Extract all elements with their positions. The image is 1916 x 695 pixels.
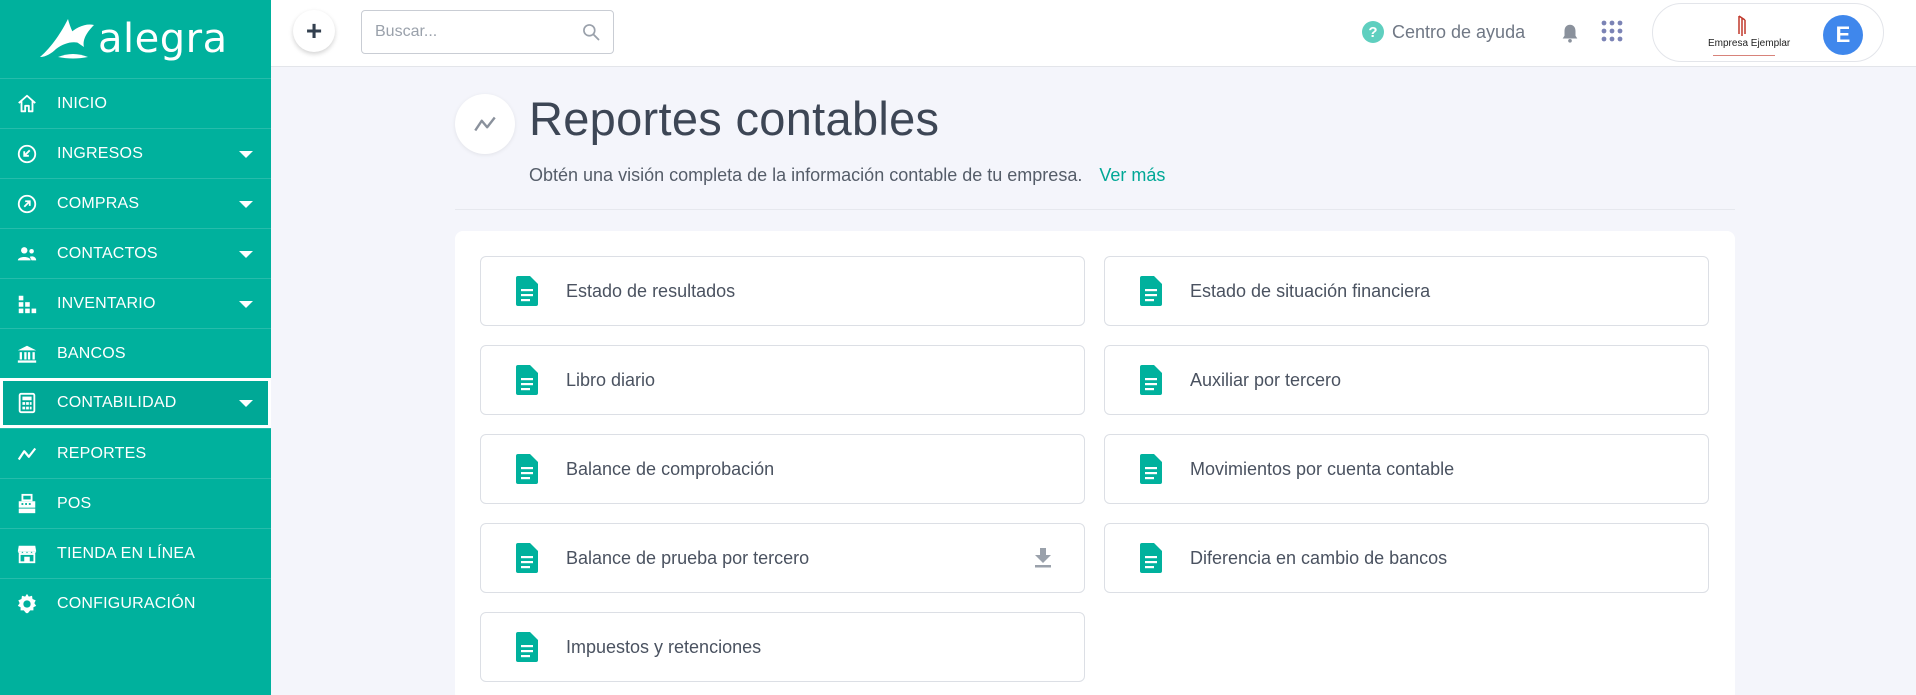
sidebar-item-label: BANCOS (57, 344, 126, 362)
quick-add-button[interactable]: + (293, 10, 335, 52)
brand-logo[interactable]: alegra (0, 0, 271, 78)
alegra-logo-icon (40, 19, 94, 59)
document-icon (1140, 454, 1162, 484)
report-impuestos-y-retenciones[interactable]: Impuestos y retenciones (480, 612, 1085, 682)
report-auxiliar-por-tercero[interactable]: Auxiliar por tercero (1104, 345, 1709, 415)
document-icon (516, 632, 538, 662)
bell-icon[interactable] (1559, 21, 1581, 45)
sidebar-item-contactos[interactable]: CONTACTOS (0, 228, 271, 278)
search-box (361, 10, 614, 54)
document-icon (1140, 365, 1162, 395)
report-label: Estado de situación financiera (1190, 280, 1431, 301)
report-estado-de-resultados[interactable]: Estado de resultados (480, 256, 1085, 326)
reports-icon (14, 441, 40, 467)
chevron-down-icon (239, 400, 253, 407)
accounting-icon (14, 390, 40, 416)
report-label: Balance de prueba por tercero (566, 547, 810, 568)
document-icon (516, 365, 538, 395)
sidebar-item-label: REPORTES (57, 444, 147, 462)
sidebar-item-pos[interactable]: POS (0, 478, 271, 528)
sidebar-item-label: COMPRAS (57, 194, 140, 212)
purchases-icon (14, 191, 40, 217)
company-logo-icon (1713, 15, 1775, 56)
sidebar-item-compras[interactable]: COMPRAS (0, 178, 271, 228)
pos-icon (14, 491, 40, 517)
apps-grid-icon[interactable] (1601, 20, 1623, 42)
sidebar-item-label: INGRESOS (57, 144, 144, 162)
report-label: Movimientos por cuenta contable (1190, 458, 1455, 479)
divider (455, 209, 1735, 210)
gear-icon (14, 591, 40, 617)
report-label: Impuestos y retenciones (566, 636, 762, 657)
company-name: Empresa Ejemplar (1708, 38, 1791, 49)
sidebar-nav: INICIO INGRESOS COMPRAS CONTACTOS INVENT… (0, 78, 271, 628)
help-icon: ? (1362, 21, 1384, 43)
top-header: + ? Centro de ayuda Empresa Ejemplar E (271, 0, 1916, 67)
report-diferencia-en-cambio-de-bancos[interactable]: Diferencia en cambio de bancos (1104, 523, 1709, 593)
sidebar-item-label: INICIO (57, 94, 108, 112)
sidebar-item-inventario[interactable]: INVENTARIO (0, 278, 271, 328)
document-icon (516, 276, 538, 306)
home-icon (14, 91, 40, 117)
company-switcher[interactable]: Empresa Ejemplar E (1652, 3, 1884, 62)
document-icon (1140, 276, 1162, 306)
document-icon (1140, 543, 1162, 573)
sidebar: alegra INICIO INGRESOS COMPRAS CONTACTOS… (0, 0, 271, 695)
search-icon[interactable] (581, 22, 601, 42)
document-icon (516, 543, 538, 573)
avatar[interactable]: E (1823, 15, 1863, 55)
report-estado-de-situacion-financiera[interactable]: Estado de situación financiera (1104, 256, 1709, 326)
page-description-text: Obtén una visión completa de la informac… (529, 165, 1083, 185)
sidebar-item-configuracion[interactable]: CONFIGURACIÓN (0, 578, 271, 628)
reports-card: Estado de resultados Estado de situación… (455, 231, 1735, 695)
inventory-icon (14, 291, 40, 317)
report-libro-diario[interactable]: Libro diario (480, 345, 1085, 415)
sidebar-item-reportes[interactable]: REPORTES (0, 428, 271, 478)
report-label: Auxiliar por tercero (1190, 369, 1342, 390)
report-movimientos-por-cuenta-contable[interactable]: Movimientos por cuenta contable (1104, 434, 1709, 504)
download-icon[interactable] (1034, 548, 1052, 568)
sidebar-item-contabilidad[interactable]: CONTABILIDAD (0, 378, 271, 428)
sidebar-item-inicio[interactable]: INICIO (0, 78, 271, 128)
sidebar-item-label: CONFIGURACIÓN (57, 594, 196, 612)
help-center-link[interactable]: ? Centro de ayuda (1362, 21, 1525, 43)
sidebar-item-label: POS (57, 494, 92, 512)
reports-icon (455, 94, 515, 154)
report-label: Diferencia en cambio de bancos (1190, 547, 1448, 568)
sidebar-item-bancos[interactable]: BANCOS (0, 328, 271, 378)
chevron-down-icon (239, 300, 253, 308)
report-label: Libro diario (566, 369, 656, 390)
sidebar-item-label: CONTACTOS (57, 244, 158, 262)
brand-name: alegra (98, 16, 228, 62)
store-icon (14, 541, 40, 567)
page-description: Obtén una visión completa de la informac… (529, 165, 1165, 186)
sidebar-item-label: INVENTARIO (57, 294, 156, 312)
bank-icon (14, 341, 40, 367)
report-balance-de-prueba-por-tercero[interactable]: Balance de prueba por tercero (480, 523, 1085, 593)
contacts-icon (14, 241, 40, 267)
sidebar-item-tienda[interactable]: TIENDA EN LÍNEA (0, 528, 271, 578)
report-balance-de-comprobacion[interactable]: Balance de comprobación (480, 434, 1085, 504)
chevron-down-icon (239, 150, 253, 158)
sidebar-item-label: TIENDA EN LÍNEA (57, 544, 196, 562)
chevron-down-icon (239, 200, 253, 208)
sidebar-item-ingresos[interactable]: INGRESOS (0, 128, 271, 178)
income-icon (14, 141, 40, 167)
document-icon (516, 454, 538, 484)
report-label: Balance de comprobación (566, 458, 775, 479)
help-center-label: Centro de ayuda (1392, 21, 1526, 42)
see-more-link[interactable]: Ver más (1099, 165, 1165, 185)
page-title: Reportes contables (529, 92, 940, 145)
search-input[interactable] (362, 11, 562, 53)
report-label: Estado de resultados (566, 280, 736, 301)
sidebar-item-label: CONTABILIDAD (57, 394, 177, 411)
chevron-down-icon (239, 250, 253, 258)
